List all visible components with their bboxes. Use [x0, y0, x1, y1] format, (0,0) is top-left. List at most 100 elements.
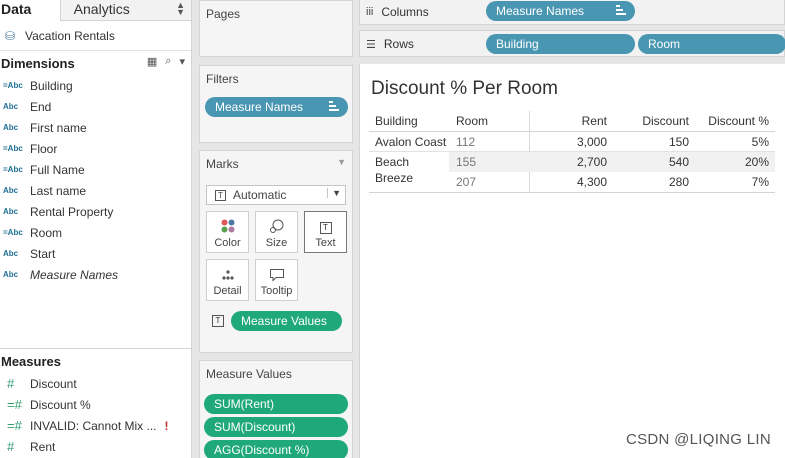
building-group: Beach Breeze 155 2,700 540 20% 207 4,300…: [369, 152, 775, 192]
dimensions-field-label: Full Name: [30, 162, 85, 177]
dimensions-field-label: Room: [30, 225, 63, 240]
measure-type-icon: #: [7, 376, 15, 391]
measure-pill-agg-discount-pct[interactable]: AGG(Discount %): [204, 440, 348, 458]
watermark: CSDN @LIQING LIN: [625, 431, 771, 448]
text-icon: T: [305, 212, 346, 234]
measure-type-icon: =#: [7, 418, 22, 433]
mark-type-select[interactable]: T Automatic ▼: [206, 185, 346, 205]
measure-pill-sum-rent[interactable]: SUM(Rent): [204, 394, 348, 414]
rows-pill-room[interactable]: Room: [638, 34, 785, 54]
tab-data[interactable]: Data: [0, 0, 60, 21]
table-row[interactable]: 155 2,700 540 20%: [369, 152, 775, 172]
rows-pill-building[interactable]: Building: [486, 34, 635, 54]
cell-room: 207: [456, 175, 477, 189]
measures-list: # Discount =# Discount % =# INVALID: Cannot M…: [0, 373, 191, 457]
dimensions-field[interactable]: Abc End: [0, 96, 191, 117]
string-type-icon: =Abc: [3, 144, 23, 153]
string-type-icon: =Abc: [3, 165, 23, 174]
pages-card[interactable]: Pages: [199, 0, 353, 57]
header-building[interactable]: Building: [375, 114, 418, 128]
dimensions-field[interactable]: =Abc Floor: [0, 138, 191, 159]
datasource-item[interactable]: ⛁ Vacation Rentals: [0, 21, 191, 51]
measures-field[interactable]: =# INVALID: Cannot Mix ...!: [0, 415, 191, 436]
dimensions-field[interactable]: =Abc Full Name: [0, 159, 191, 180]
marks-title: Marks: [206, 157, 239, 171]
measure-pill-sum-discount[interactable]: SUM(Discount): [204, 417, 348, 437]
dimensions-field[interactable]: =Abc Building: [0, 75, 191, 96]
dimensions-field-label: Measure Names: [30, 267, 119, 282]
cell-rent: 3,000: [576, 135, 607, 149]
dimensions-field-label: Floor: [30, 141, 58, 156]
string-type-icon: Abc: [3, 270, 19, 279]
header-rent[interactable]: Rent: [582, 114, 607, 128]
marks-collapse-icon[interactable]: ▼: [337, 157, 346, 167]
updown-arrows-icon[interactable]: ▲ ▼: [176, 1, 185, 17]
datasource-label: Vacation Rentals: [25, 28, 115, 43]
measures-field-label: INVALID: Cannot Mix ...: [30, 418, 157, 433]
columns-pill-measure-names[interactable]: Measure Names: [486, 1, 635, 21]
marks-pill-label: Measure Values: [241, 314, 327, 328]
rows-label: Rows: [383, 37, 414, 51]
table-header-row: Building Room Rent Discount Discount %: [369, 111, 775, 132]
header-discount[interactable]: Discount: [642, 114, 689, 128]
string-type-icon: =Abc: [3, 81, 23, 90]
view-title: Discount % Per Room: [371, 78, 558, 99]
measures-header: Measures: [0, 349, 191, 373]
size-icon: [256, 212, 297, 234]
marks-detail-button[interactable]: Detail: [206, 259, 249, 301]
columns-shelf[interactable]: iii Columns Measure Names: [359, 0, 785, 25]
measure-type-icon: =#: [7, 397, 22, 412]
dimensions-field[interactable]: Abc Measure Names: [0, 264, 191, 285]
view-canvas[interactable]: Discount % Per Room Building Room Rent D…: [359, 64, 785, 458]
columns-pill-label: Measure Names: [496, 4, 585, 18]
measures-field[interactable]: =# Discount %: [0, 394, 191, 415]
dimensions-field[interactable]: =Abc Room: [0, 222, 191, 243]
marks-text-button[interactable]: T Text: [304, 211, 347, 253]
filters-card[interactable]: Filters Measure Names: [199, 65, 353, 143]
pages-title: Pages: [206, 7, 241, 21]
cell-discount: 280: [668, 175, 689, 189]
marks-pill-measure-values[interactable]: Measure Values: [231, 311, 342, 331]
dimensions-field[interactable]: Abc Last name: [0, 180, 191, 201]
header-room[interactable]: Room: [456, 114, 488, 128]
cell-discount: 540: [668, 155, 689, 169]
measure-pill-label: SUM(Discount): [214, 420, 296, 434]
dimensions-field-label: Building: [30, 78, 73, 93]
dimensions-field[interactable]: Abc First name: [0, 117, 191, 138]
size-label: Size: [265, 237, 288, 249]
mark-type-value: Automatic: [233, 188, 287, 202]
marks-size-button[interactable]: Size: [255, 211, 298, 253]
dimensions-field-label: End: [30, 99, 52, 114]
cell-room: 112: [456, 135, 476, 149]
text-encoding-icon: T: [212, 315, 224, 327]
marks-tooltip-button[interactable]: Tooltip: [255, 259, 298, 301]
measures-field[interactable]: # Rent: [0, 436, 191, 457]
measures-field-label: Discount %: [30, 397, 91, 412]
row-band: [449, 152, 775, 172]
table-bottom-rule: [369, 192, 775, 193]
filter-pill-measure-names[interactable]: Measure Names: [205, 97, 348, 117]
menu-caret-icon[interactable]: ▾: [179, 55, 185, 68]
table-row[interactable]: Avalon Coast 112 3,000 150 5%: [369, 132, 775, 152]
detail-dots-icon: [207, 260, 248, 282]
data-pane: Data Analytics ▲ ▼ ⛁ Vacation Rentals Dim…: [0, 0, 192, 458]
dimensions-field[interactable]: Abc Start: [0, 243, 191, 264]
view-toggle-icon[interactable]: ▦: [147, 55, 157, 68]
measures-title: Measures: [1, 353, 61, 369]
cell-discount-pct: 20%: [744, 155, 769, 169]
header-discount-pct[interactable]: Discount %: [708, 114, 769, 128]
measures-field[interactable]: # Discount: [0, 373, 191, 394]
filter-pill-label: Measure Names: [215, 100, 304, 114]
tab-analytics[interactable]: Analytics ▲ ▼: [59, 0, 191, 21]
rows-shelf[interactable]: ☰ Rows Building Room: [359, 30, 785, 57]
marks-color-button[interactable]: Color: [206, 211, 249, 253]
search-icon[interactable]: ⌕: [165, 55, 171, 68]
rows-pill-label: Room: [648, 37, 681, 51]
text-table[interactable]: Building Room Rent Discount Discount % A…: [369, 111, 775, 193]
cell-rent: 2,700: [576, 155, 607, 169]
columns-label-group: iii Columns: [366, 5, 429, 19]
table-row[interactable]: 207 4,300 280 7%: [369, 172, 775, 192]
dimensions-field[interactable]: Abc Rental Property: [0, 201, 191, 222]
string-type-icon: Abc: [3, 249, 19, 258]
cell-discount-pct: 5%: [751, 135, 769, 149]
